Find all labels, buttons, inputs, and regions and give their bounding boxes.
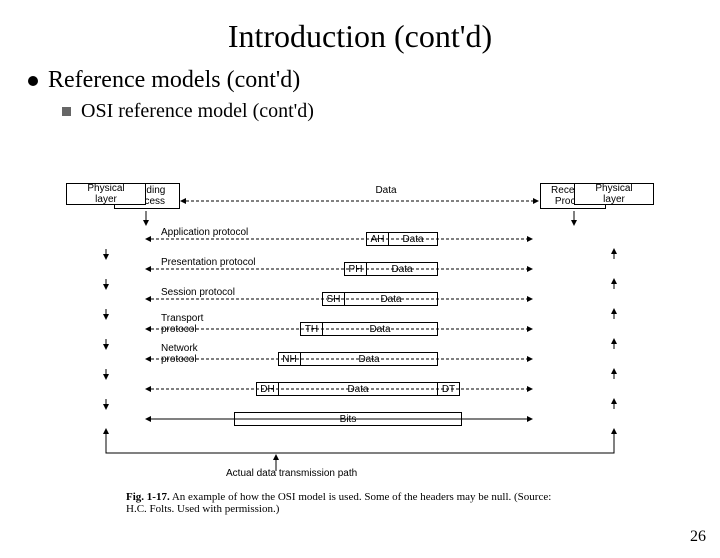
figure-caption: Fig. 1-17. Fig. 1-17. An example of how … (126, 491, 556, 515)
header-nh: NH (278, 352, 300, 366)
pdu-session: SH Data (322, 292, 438, 306)
page-number: 26 (690, 528, 706, 546)
header-sh: SH (322, 292, 344, 306)
top-data-label: Data (366, 185, 406, 196)
pdu-physical: Bits (234, 412, 462, 426)
bullet-icon (28, 76, 38, 86)
header-th: TH (300, 322, 322, 336)
pdu-transport: TH Data (300, 322, 438, 336)
data-ah: Data (388, 232, 438, 246)
bits-cell: Bits (234, 412, 462, 426)
data-th: Data (322, 322, 438, 336)
subbullet-icon (62, 107, 71, 116)
trailer-dt: DT (438, 382, 460, 396)
protocol-network: Network protocol (161, 343, 198, 365)
data-dh: Data (278, 382, 438, 396)
pdu-application: AH Data (366, 232, 438, 246)
bullet-1: Reference models (cont'd) (28, 67, 720, 94)
osi-diagram: Sending Process Receiving Process Data A… (66, 183, 654, 528)
subbullet-1: OSI reference model (cont'd) (62, 100, 720, 123)
data-sh: Data (344, 292, 438, 306)
protocol-presentation: Presentation protocol (161, 257, 256, 268)
pdu-network: NH Data (278, 352, 438, 366)
protocol-transport: Transport protocol (161, 313, 203, 335)
protocol-session: Session protocol (161, 287, 235, 298)
slide-title: Introduction (cont'd) (0, 18, 720, 55)
pdu-presentation: PH Data (344, 262, 438, 276)
data-nh: Data (300, 352, 438, 366)
header-ph: PH (344, 262, 366, 276)
protocol-application: Application protocol (161, 227, 248, 238)
actual-path-label: Actual data transmission path (226, 468, 357, 479)
data-ph: Data (366, 262, 438, 276)
pdu-datalink: DH Data DT (256, 382, 460, 396)
right-layer-physical: Physical layer (574, 183, 654, 205)
subbullet-1-text: OSI reference model (cont'd) (81, 100, 314, 123)
header-dh: DH (256, 382, 278, 396)
left-layer-physical: Physical layer (66, 183, 146, 205)
bullet-1-text: Reference models (cont'd) (48, 67, 300, 94)
header-ah: AH (366, 232, 388, 246)
